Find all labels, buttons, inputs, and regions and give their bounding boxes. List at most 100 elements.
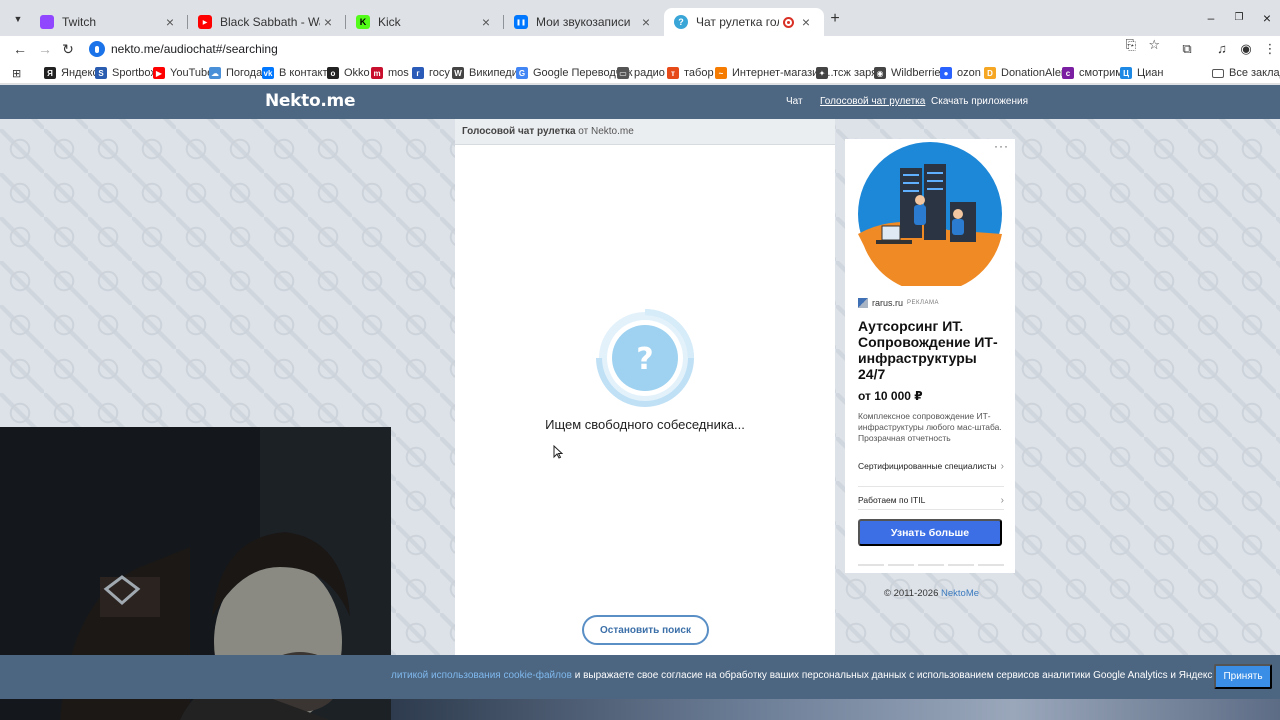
mouse-cursor-icon (553, 445, 563, 459)
chat-header-title: Голосовой чат рулетка (462, 126, 576, 137)
bookmark-label: Погода (226, 67, 263, 79)
cookie-banner: литикой использования cookie-файлов и вы… (0, 655, 1280, 699)
bookmark-item[interactable]: G Google Переводчик (516, 65, 633, 81)
voice-chat-panel: Голосовой чат рулетка от Nekto.me ? Ищем… (455, 119, 835, 659)
searching-status: Ищем свободного собеседника... (545, 417, 745, 432)
tab-twitch[interactable]: Twitch × (30, 8, 188, 36)
bookmark-item[interactable]: o Okko (327, 65, 370, 81)
tab-kick[interactable]: K Kick × (346, 8, 504, 36)
extensions-icon[interactable]: ⧉ (1177, 39, 1197, 59)
bookmark-favicon-icon: o (327, 67, 339, 79)
ad-label: РЕКЛАМА (907, 300, 939, 306)
microphone-icon (89, 41, 105, 57)
ad-banner[interactable]: ··· rarus.ru РЕКЛАМА Аутсорсинг ИТ. Сопр… (845, 139, 1015, 573)
bookmark-item[interactable]: ✦ тсж заря (816, 65, 877, 81)
svg-text:?: ? (636, 342, 653, 377)
ad-learn-more-button[interactable]: Узнать больше (858, 519, 1002, 546)
nav-link-download-apps[interactable]: Скачать приложения (931, 96, 1028, 107)
back-arrow-icon[interactable]: ← (10, 39, 30, 59)
bookmark-item[interactable]: W Википедия (452, 65, 524, 81)
bookmark-item[interactable]: S Sportbox (95, 65, 156, 81)
install-app-icon[interactable]: ⎘ (1126, 37, 1136, 53)
bookmarks-bar: ⊞ Я Яндекс S Sportbox ▶ YouTube ☁ Погода vk В кон… (0, 62, 1280, 84)
menu-kebab-icon[interactable]: ⋮ (1260, 39, 1280, 59)
accept-cookies-button[interactable]: Принять (1214, 664, 1272, 689)
media-control-icon[interactable]: ♫ (1212, 39, 1232, 59)
tab-close-icon[interactable]: × (478, 14, 494, 30)
tab-title: Twitch (62, 15, 97, 29)
bookmark-item[interactable]: Ц Циан (1120, 65, 1163, 81)
ad-link-certified[interactable]: Сертифицированные специалисты › (858, 461, 1004, 487)
bookmark-item[interactable]: Я Яндекс (44, 65, 98, 81)
tab-close-icon[interactable]: × (638, 14, 654, 30)
bookmark-favicon-icon: г (412, 67, 424, 79)
tab-nekto-active[interactable]: ? Чат рулетка голосовая — × (664, 8, 824, 36)
minimize-button[interactable]: – (1202, 8, 1220, 28)
tab-close-icon[interactable]: × (798, 14, 814, 30)
ad-link-itil[interactable]: Работаем по ITIL › (858, 495, 1004, 510)
nav-link-chat[interactable]: Чат (786, 96, 803, 107)
bookmark-label: смотрим (1079, 67, 1123, 79)
bookmark-favicon-icon: S (95, 67, 107, 79)
searching-spinner-icon: ? (596, 309, 694, 407)
bookmark-favicon-icon: ▭ (617, 67, 629, 79)
browser-toolbar: ← → ↻ nekto.me/audiochat#/searching ⎘ ☆ … (0, 36, 1280, 62)
bookmark-item[interactable]: ▭ радио (617, 65, 665, 81)
cookie-policy-link[interactable]: литикой использования cookie-файлов (391, 670, 572, 681)
copyright: © 2011-2026 NektoMe (884, 588, 979, 599)
bookmark-item[interactable]: ☁ Погода (209, 65, 262, 81)
bookmark-item[interactable]: г госу (412, 65, 450, 81)
bookmark-favicon-icon: ✦ (816, 67, 828, 79)
tab-youtube[interactable]: ▶ Black Sabbath - War Pigs - YouT × (188, 8, 346, 36)
tab-vk-audio[interactable]: ❚❚ Мои звукозаписи × (504, 8, 664, 36)
bookmark-item[interactable]: ▶ YouTube (153, 65, 213, 81)
bookmark-favicon-icon: ~ (715, 67, 727, 79)
bookmark-favicon-icon: W (452, 67, 464, 79)
bookmark-label: госу (429, 67, 450, 79)
bookmark-label: Wildberries (891, 67, 947, 79)
tab-search-menu[interactable]: ▼ (8, 9, 28, 29)
bookmark-favicon-icon: vk (262, 67, 274, 79)
site-logo[interactable]: Nekto.me (265, 91, 355, 111)
all-bookmarks-folder[interactable]: Все закладки (1212, 65, 1280, 81)
bookmark-item[interactable]: ● ozon (940, 65, 981, 81)
apps-grid-icon[interactable]: ⊞ (12, 65, 21, 81)
bookmark-item[interactable]: т табор (667, 65, 714, 81)
restore-button[interactable]: ❐ (1230, 8, 1248, 28)
stop-search-button[interactable]: Остановить поиск (582, 615, 709, 645)
bookmark-favicon-icon: ▶ (153, 67, 165, 79)
close-window-button[interactable]: × (1258, 8, 1276, 28)
bookmark-item[interactable]: vk В контакте (262, 65, 334, 81)
profile-avatar-icon[interactable]: ◉ (1236, 39, 1256, 59)
ad-source-domain: rarus.ru (872, 298, 904, 308)
kick-icon: K (356, 15, 370, 29)
bookmark-item[interactable]: m mos (371, 65, 409, 81)
bookmark-item[interactable]: c смотрим (1062, 65, 1123, 81)
bookmark-item[interactable]: D DonationAlerts (984, 65, 1073, 81)
bookmark-label: радио (634, 67, 665, 79)
ad-pagination (858, 564, 1004, 566)
bookmark-favicon-icon: ◉ (874, 67, 886, 79)
address-url[interactable]: nekto.me/audiochat#/searching (111, 42, 278, 56)
tab-title: Black Sabbath - War Pigs - YouT (220, 15, 320, 29)
tab-close-icon[interactable]: × (162, 14, 178, 30)
bookmark-label: В контакте (279, 67, 334, 79)
reload-icon[interactable]: ↻ (58, 39, 78, 59)
bookmark-favicon-icon: c (1062, 67, 1074, 79)
address-bar[interactable]: nekto.me/audiochat#/searching ⎘ ☆ (86, 37, 1172, 61)
chevron-right-icon: › (1000, 461, 1004, 472)
ad-link-label: Сертифицированные специалисты (858, 461, 997, 471)
bookmark-item[interactable]: ◉ Wildberries (874, 65, 946, 81)
all-bookmarks-label: Все закладки (1229, 67, 1280, 79)
tab-title: Мои звукозаписи (536, 15, 631, 29)
tab-title: Чат рулетка голосовая — (696, 15, 779, 29)
nav-link-voice-chat[interactable]: Голосовой чат рулетка (820, 96, 925, 107)
bookmark-star-icon[interactable]: ☆ (1148, 37, 1160, 53)
forward-arrow-icon[interactable]: → (35, 39, 55, 59)
chat-header-subtitle: от Nekto.me (575, 126, 634, 137)
cookie-notice: литикой использования cookie-файлов и вы… (391, 670, 1258, 681)
ad-title[interactable]: Аутсорсинг ИТ. Сопровождение ИТ-инфрастр… (858, 318, 1006, 382)
copyright-link[interactable]: NektoMe (941, 588, 979, 599)
new-tab-button[interactable]: + (826, 10, 844, 28)
tab-close-icon[interactable]: × (320, 14, 336, 30)
